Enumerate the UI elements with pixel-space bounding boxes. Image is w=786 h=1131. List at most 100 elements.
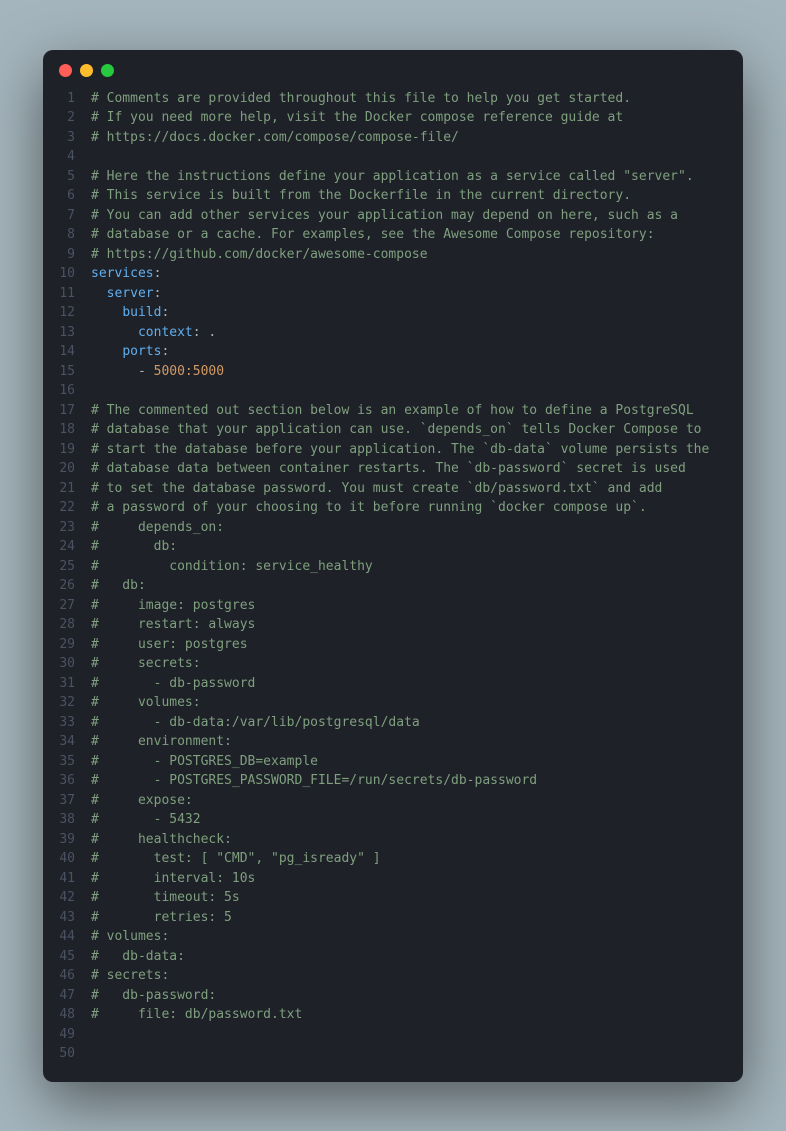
- code-content[interactable]: # restart: always: [91, 615, 743, 635]
- code-line[interactable]: 41# interval: 10s: [43, 869, 743, 889]
- code-content[interactable]: # retries: 5: [91, 908, 743, 928]
- close-icon[interactable]: [59, 64, 72, 77]
- code-line[interactable]: 3# https://docs.docker.com/compose/compo…: [43, 128, 743, 148]
- code-content[interactable]: # database that your application can use…: [91, 420, 743, 440]
- code-content[interactable]: server:: [91, 284, 743, 304]
- code-line[interactable]: 45# db-data:: [43, 947, 743, 967]
- code-content[interactable]: # start the database before your applica…: [91, 440, 743, 460]
- code-line[interactable]: 7# You can add other services your appli…: [43, 206, 743, 226]
- code-line[interactable]: 35# - POSTGRES_DB=example: [43, 752, 743, 772]
- code-content[interactable]: # secrets:: [91, 654, 743, 674]
- code-line[interactable]: 31# - db-password: [43, 674, 743, 694]
- code-line[interactable]: 42# timeout: 5s: [43, 888, 743, 908]
- code-line[interactable]: 2# If you need more help, visit the Dock…: [43, 108, 743, 128]
- code-content[interactable]: build:: [91, 303, 743, 323]
- code-line[interactable]: 18# database that your application can u…: [43, 420, 743, 440]
- code-content[interactable]: # - db-data:/var/lib/postgresql/data: [91, 713, 743, 733]
- code-content[interactable]: # to set the database password. You must…: [91, 479, 743, 499]
- code-line[interactable]: 15 - 5000:5000: [43, 362, 743, 382]
- code-line[interactable]: 24# db:: [43, 537, 743, 557]
- code-content[interactable]: # Comments are provided throughout this …: [91, 89, 743, 109]
- code-line[interactable]: 5# Here the instructions define your app…: [43, 167, 743, 187]
- code-content[interactable]: [91, 147, 743, 167]
- code-content[interactable]: # https://docs.docker.com/compose/compos…: [91, 128, 743, 148]
- code-editor[interactable]: 1# Comments are provided throughout this…: [43, 85, 743, 1082]
- code-line[interactable]: 25# condition: service_healthy: [43, 557, 743, 577]
- code-content[interactable]: # You can add other services your applic…: [91, 206, 743, 226]
- code-content[interactable]: # secrets:: [91, 966, 743, 986]
- code-line[interactable]: 1# Comments are provided throughout this…: [43, 89, 743, 109]
- code-content[interactable]: # interval: 10s: [91, 869, 743, 889]
- code-content[interactable]: # condition: service_healthy: [91, 557, 743, 577]
- code-line[interactable]: 47# db-password:: [43, 986, 743, 1006]
- code-line[interactable]: 43# retries: 5: [43, 908, 743, 928]
- code-content[interactable]: # - db-password: [91, 674, 743, 694]
- minimize-icon[interactable]: [80, 64, 93, 77]
- code-content[interactable]: # db-password:: [91, 986, 743, 1006]
- code-line[interactable]: 39# healthcheck:: [43, 830, 743, 850]
- code-line[interactable]: 17# The commented out section below is a…: [43, 401, 743, 421]
- code-content[interactable]: # user: postgres: [91, 635, 743, 655]
- code-line[interactable]: 46# secrets:: [43, 966, 743, 986]
- code-line[interactable]: 30# secrets:: [43, 654, 743, 674]
- code-content[interactable]: # - 5432: [91, 810, 743, 830]
- code-content[interactable]: # volumes:: [91, 693, 743, 713]
- code-content[interactable]: # database or a cache. For examples, see…: [91, 225, 743, 245]
- code-content[interactable]: # If you need more help, visit the Docke…: [91, 108, 743, 128]
- code-line[interactable]: 29# user: postgres: [43, 635, 743, 655]
- code-line[interactable]: 16: [43, 381, 743, 401]
- code-line[interactable]: 33# - db-data:/var/lib/postgresql/data: [43, 713, 743, 733]
- code-content[interactable]: # Here the instructions define your appl…: [91, 167, 743, 187]
- code-content[interactable]: # db:: [91, 576, 743, 596]
- code-content[interactable]: # db-data:: [91, 947, 743, 967]
- code-content[interactable]: # timeout: 5s: [91, 888, 743, 908]
- code-line[interactable]: 48# file: db/password.txt: [43, 1005, 743, 1025]
- code-line[interactable]: 13 context: .: [43, 323, 743, 343]
- code-line[interactable]: 28# restart: always: [43, 615, 743, 635]
- code-line[interactable]: 10services:: [43, 264, 743, 284]
- code-content[interactable]: context: .: [91, 323, 743, 343]
- code-content[interactable]: # file: db/password.txt: [91, 1005, 743, 1025]
- code-content[interactable]: # test: [ "CMD", "pg_isready" ]: [91, 849, 743, 869]
- code-line[interactable]: 34# environment:: [43, 732, 743, 752]
- code-content[interactable]: # image: postgres: [91, 596, 743, 616]
- code-line[interactable]: 22# a password of your choosing to it be…: [43, 498, 743, 518]
- code-content[interactable]: # This service is built from the Dockerf…: [91, 186, 743, 206]
- code-line[interactable]: 37# expose:: [43, 791, 743, 811]
- code-content[interactable]: # https://github.com/docker/awesome-comp…: [91, 245, 743, 265]
- code-content[interactable]: # a password of your choosing to it befo…: [91, 498, 743, 518]
- maximize-icon[interactable]: [101, 64, 114, 77]
- code-line[interactable]: 27# image: postgres: [43, 596, 743, 616]
- code-line[interactable]: 6# This service is built from the Docker…: [43, 186, 743, 206]
- code-content[interactable]: # The commented out section below is an …: [91, 401, 743, 421]
- code-content[interactable]: # depends_on:: [91, 518, 743, 538]
- code-line[interactable]: 19# start the database before your appli…: [43, 440, 743, 460]
- code-content[interactable]: # healthcheck:: [91, 830, 743, 850]
- code-line[interactable]: 4: [43, 147, 743, 167]
- code-content[interactable]: [91, 1025, 743, 1045]
- code-line[interactable]: 8# database or a cache. For examples, se…: [43, 225, 743, 245]
- code-content[interactable]: # - POSTGRES_DB=example: [91, 752, 743, 772]
- code-content[interactable]: # expose:: [91, 791, 743, 811]
- code-line[interactable]: 20# database data between container rest…: [43, 459, 743, 479]
- code-content[interactable]: # db:: [91, 537, 743, 557]
- code-content[interactable]: # environment:: [91, 732, 743, 752]
- code-line[interactable]: 9# https://github.com/docker/awesome-com…: [43, 245, 743, 265]
- code-content[interactable]: # volumes:: [91, 927, 743, 947]
- code-line[interactable]: 26# db:: [43, 576, 743, 596]
- code-line[interactable]: 36# - POSTGRES_PASSWORD_FILE=/run/secret…: [43, 771, 743, 791]
- code-line[interactable]: 32# volumes:: [43, 693, 743, 713]
- code-line[interactable]: 11 server:: [43, 284, 743, 304]
- code-content[interactable]: # - POSTGRES_PASSWORD_FILE=/run/secrets/…: [91, 771, 743, 791]
- code-line[interactable]: 38# - 5432: [43, 810, 743, 830]
- code-line[interactable]: 23# depends_on:: [43, 518, 743, 538]
- code-line[interactable]: 12 build:: [43, 303, 743, 323]
- code-line[interactable]: 50: [43, 1044, 743, 1064]
- code-content[interactable]: services:: [91, 264, 743, 284]
- code-content[interactable]: - 5000:5000: [91, 362, 743, 382]
- code-line[interactable]: 40# test: [ "CMD", "pg_isready" ]: [43, 849, 743, 869]
- code-content[interactable]: # database data between container restar…: [91, 459, 743, 479]
- code-line[interactable]: 49: [43, 1025, 743, 1045]
- code-content[interactable]: [91, 381, 743, 401]
- code-line[interactable]: 44# volumes:: [43, 927, 743, 947]
